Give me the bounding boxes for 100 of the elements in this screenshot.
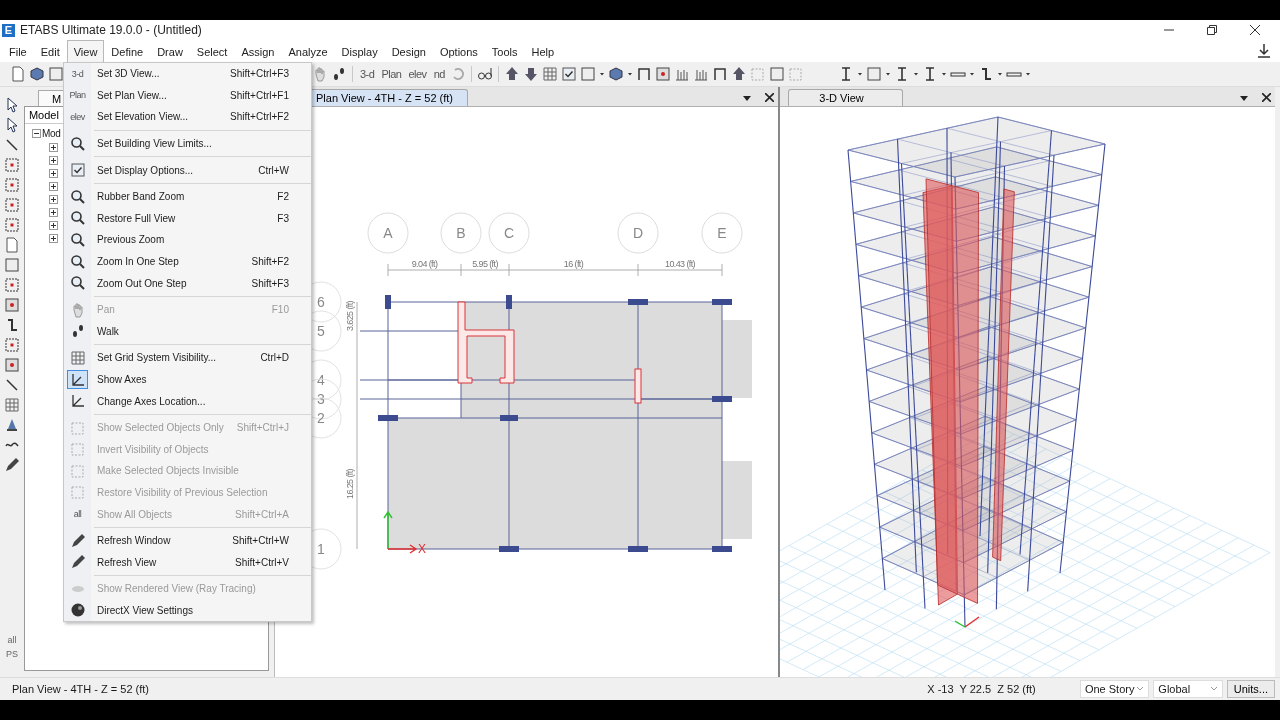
grid-bubble: D	[617, 212, 659, 254]
dashed-box-icon[interactable]	[3, 177, 20, 193]
menu-item[interactable]: Draw	[150, 40, 190, 62]
caret-icon	[743, 93, 751, 102]
cube-icon[interactable]	[29, 66, 45, 82]
menu-item[interactable]: Help	[524, 40, 562, 62]
menu-item[interactable]: Define	[104, 40, 151, 62]
down-arrow-icon[interactable]	[522, 66, 539, 82]
menu-item[interactable]: Edit	[33, 40, 67, 62]
menu-item[interactable]: elev Set Elevation View... Shift+Ctrl+F2	[64, 106, 311, 128]
origin-axes-icon	[954, 616, 980, 628]
page-icon[interactable]	[10, 66, 26, 82]
menu-item[interactable]: Select	[189, 40, 235, 62]
sphere-icon	[69, 602, 86, 619]
frame-icon[interactable]	[635, 66, 652, 82]
close-icon	[1262, 93, 1271, 102]
dashed-box-icon	[69, 484, 86, 501]
axes-icon	[69, 393, 86, 410]
view-button[interactable]: 3-d	[358, 65, 377, 83]
download-icon[interactable]	[1256, 43, 1272, 59]
dimension-label: 5.95 (ft)	[472, 259, 498, 269]
minus-box-icon[interactable]	[31, 129, 41, 138]
view-tab[interactable]: Plan View - 4TH - Z = 52 (ft)	[309, 89, 469, 106]
checkbox-icon[interactable]	[560, 66, 577, 82]
menu-icon-label: all	[73, 509, 82, 520]
menu-item[interactable]: Options	[432, 40, 485, 62]
view-button[interactable]: nd	[431, 65, 447, 83]
pencil-icon	[69, 532, 86, 549]
pencil-icon[interactable]	[3, 457, 20, 473]
plus-box-icon[interactable]	[48, 156, 58, 165]
menu-item[interactable]: Analyze	[281, 40, 335, 62]
menu-item[interactable]: File	[2, 40, 34, 62]
view-button[interactable]: elev	[406, 65, 429, 83]
target-icon[interactable]	[3, 357, 20, 373]
up-arrow-icon[interactable]	[730, 66, 747, 82]
menu-item[interactable]: Zoom In One Step Shift+F2	[64, 250, 311, 273]
magnifier-icon	[69, 135, 86, 152]
status-text: Plan View - 4TH - Z = 52 (ft)	[12, 683, 151, 695]
footprints-icon[interactable]	[331, 66, 347, 82]
plus-box-icon[interactable]	[48, 143, 58, 152]
menu-item[interactable]: Display	[334, 40, 385, 62]
menu-item[interactable]: Plan Set Plan View... Shift+Ctrl+F1	[64, 84, 311, 107]
plus-box-icon[interactable]	[48, 182, 58, 191]
menu-item[interactable]: Restore Full View F3	[64, 207, 311, 230]
select-tool-button[interactable]: all	[7, 635, 17, 645]
window-title: ETABS Ultimate 19.0.0 - (Untitled)	[20, 23, 203, 37]
menu-item[interactable]: Rubber Band Zoom F2	[64, 185, 311, 208]
up-arrow-icon[interactable]	[503, 66, 520, 82]
menu-item[interactable]: Design	[384, 40, 433, 62]
close-icon	[1250, 25, 1260, 35]
units-button[interactable]: Units...	[1226, 680, 1275, 698]
view-tab[interactable]: 3-D View	[788, 89, 903, 106]
magnifier-icon	[69, 275, 86, 292]
caret-icon	[1240, 93, 1248, 102]
story-dropdown[interactable]: One Story	[1079, 680, 1150, 698]
tree-item[interactable]: Mod	[41, 128, 61, 139]
grid-icon	[69, 349, 86, 366]
plus-box-icon[interactable]	[48, 208, 58, 217]
dashed-box-icon	[69, 419, 86, 436]
view-button[interactable]: Plan	[379, 65, 404, 83]
coordinates-text: X -13 Y 22.5 Z 52 (ft)	[927, 683, 1037, 695]
glasses-icon[interactable]	[476, 66, 493, 82]
dimension-label: 16.25 (ft)	[345, 469, 355, 499]
dashed-box-icon[interactable]	[3, 277, 20, 293]
menu-item[interactable]: DirectX View Settings	[64, 599, 311, 622]
plus-box-icon[interactable]	[48, 221, 58, 230]
close-icon	[765, 93, 774, 102]
page-icon[interactable]	[3, 237, 20, 253]
select-tool-button[interactable]: PS	[5, 649, 18, 659]
axes-icon	[69, 371, 86, 388]
menu-item[interactable]: Show Axes	[64, 368, 311, 391]
target-icon[interactable]	[654, 66, 671, 82]
dimension-label: 16 (ft)	[563, 259, 584, 269]
plus-box-icon[interactable]	[48, 234, 58, 243]
checkbox-icon	[69, 162, 86, 179]
target-icon[interactable]	[3, 297, 20, 313]
dashed-box-icon[interactable]	[3, 217, 20, 233]
line-icon[interactable]	[3, 137, 20, 153]
menu-item[interactable]: Previous Zoom	[64, 229, 311, 251]
menu-item[interactable]: Set Display Options... Ctrl+W	[64, 159, 311, 181]
app-logo: E	[2, 23, 15, 37]
plus-box-icon[interactable]	[48, 195, 58, 204]
plus-box-icon[interactable]	[48, 169, 58, 178]
menu-item[interactable]: View	[66, 40, 105, 62]
menu-item[interactable]: 3-d Set 3D View... Shift+Ctrl+F3	[64, 63, 311, 85]
axis-label: X	[418, 542, 426, 556]
dimension-label: 3.625 (ft)	[345, 301, 355, 331]
chevron-icon	[1209, 686, 1218, 692]
menu-item[interactable]: Tools	[484, 40, 525, 62]
dashed-box-icon[interactable]	[3, 197, 20, 213]
coordinate-system-dropdown[interactable]: Global	[1153, 680, 1223, 698]
grid-bubble: A	[367, 212, 409, 254]
dashed-box-icon	[69, 462, 86, 479]
line-icon[interactable]	[3, 377, 20, 393]
cube-icon[interactable]	[607, 66, 624, 82]
menu-item[interactable]: Assign	[234, 40, 282, 62]
menu-item[interactable]: Change Axes Location...	[64, 390, 311, 412]
frame-icon[interactable]	[711, 66, 728, 82]
menu-icon-label: elev	[70, 112, 85, 122]
menu-item[interactable]: Set Building View Limits...	[64, 132, 311, 155]
